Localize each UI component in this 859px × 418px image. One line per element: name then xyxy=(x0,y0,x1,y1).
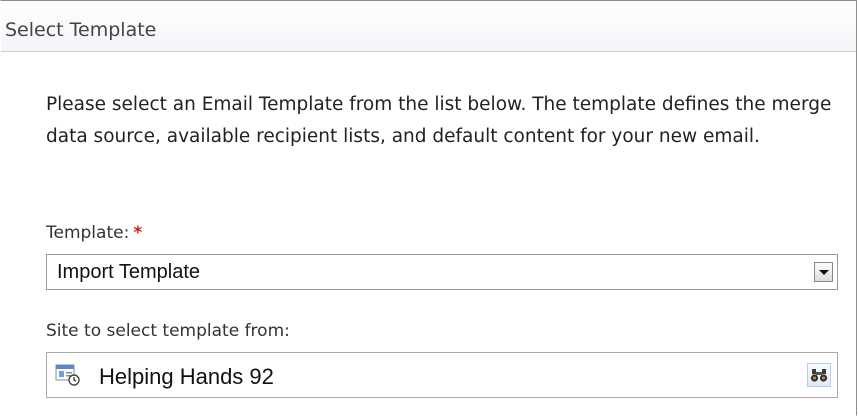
site-page-icon xyxy=(55,364,81,386)
dropdown-arrow-icon[interactable] xyxy=(814,262,833,282)
binoculars-icon[interactable] xyxy=(807,363,831,387)
site-picker-value: Helping Hands 92 xyxy=(99,364,274,389)
intro-text: Please select an Email Template from the… xyxy=(46,94,832,147)
panel-title: Select Template xyxy=(5,19,157,41)
template-label-text: Template: xyxy=(46,223,130,243)
template-label: Template: * xyxy=(46,223,142,243)
select-template-panel: Select Template Please select an Email T… xyxy=(0,0,857,416)
required-marker: * xyxy=(133,223,143,243)
panel-header: Select Template xyxy=(1,1,856,52)
template-select-value: Import Template xyxy=(57,261,201,283)
site-label: Site to select template from: xyxy=(46,321,290,341)
site-picker-field[interactable]: Helping Hands 92 xyxy=(46,352,838,398)
template-select[interactable]: Import Template xyxy=(46,254,838,290)
